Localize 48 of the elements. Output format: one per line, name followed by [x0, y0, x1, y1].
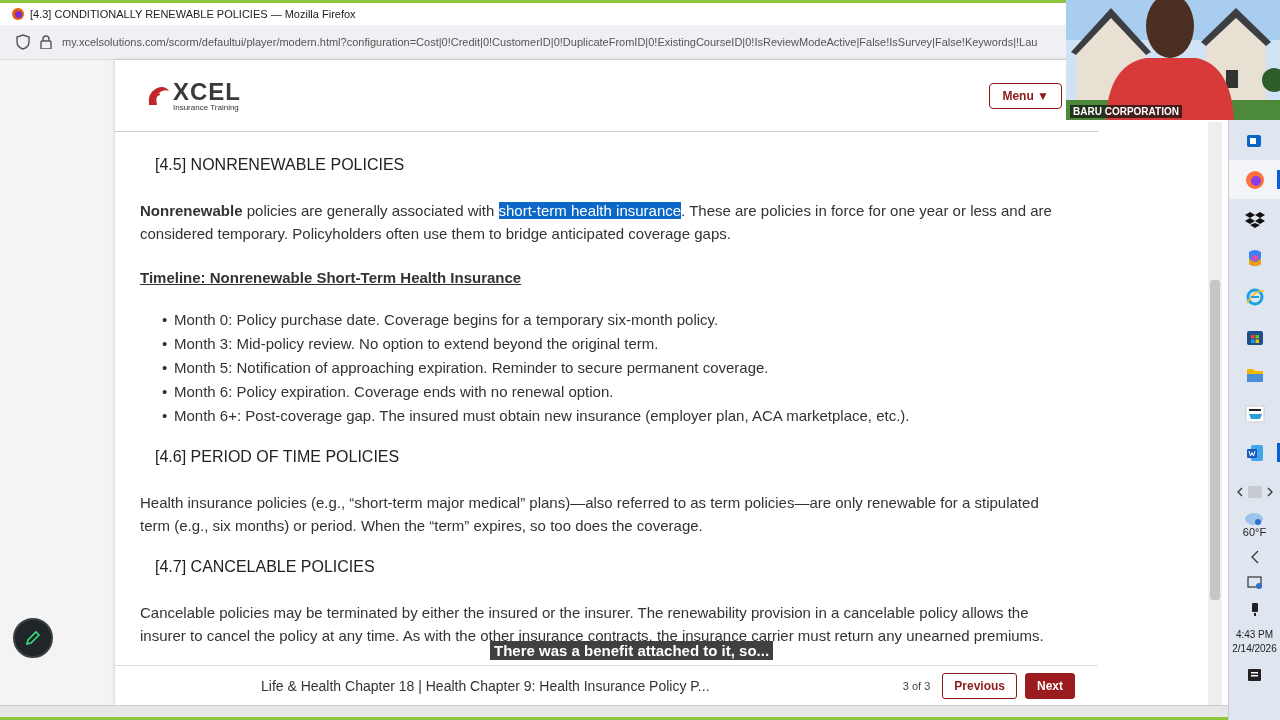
- chevron-left-icon[interactable]: [1249, 550, 1260, 564]
- cloud-icon: [1243, 510, 1266, 526]
- edit-button[interactable]: [13, 618, 53, 658]
- list-item: Month 3: Mid-policy review. No option to extend beyond the original term.: [174, 334, 659, 354]
- lock-icon: [40, 35, 52, 49]
- bullet: •: [162, 310, 169, 330]
- section-heading: [4.6] PERIOD OF TIME POLICIES: [155, 448, 401, 466]
- monitor-icon[interactable]: [1246, 576, 1263, 590]
- bullet: •: [162, 382, 169, 402]
- list-item: Month 6: Policy expiration. Coverage ends with no renewal option.: [174, 382, 614, 402]
- menu-button[interactable]: Menu ▼: [989, 82, 1062, 109]
- temperature: 60°F: [1242, 526, 1267, 538]
- list-item: Month 0: Policy purchase date. Coverage begins for a temporary six-month policy.: [174, 310, 719, 330]
- bullet: •: [162, 406, 169, 426]
- chevron-right-icon[interactable]: [1265, 487, 1274, 497]
- lesson-title: Life & Health Chapter 18 | Health Chapter 9: Health Insurance Policy P...: [261, 677, 711, 694]
- paragraph: Health insurance policies (e.g., “short-term major medical” plans)—also referred to as term policies—are only renewable for a stipulated term (e.g., six months) or period. When the “term” expires, so too does the coverage.: [140, 493, 1040, 536]
- word-icon: [1244, 442, 1265, 463]
- notification-icon[interactable]: [1246, 668, 1263, 684]
- section-heading: [4.7] CANCELABLE POLICIES: [155, 558, 376, 576]
- caption: There was a benefit attached to it, so...: [490, 641, 774, 660]
- previous-button[interactable]: Previous: [942, 672, 1017, 699]
- list-item: Month 5: Notification of approaching expiration. Reminder to secure permanent coverage.: [174, 358, 769, 378]
- timeline-heading: Timeline: Nonrenewable Short-Term Health Insurance: [140, 268, 523, 288]
- logo-wordmark: XCEL: [173, 79, 241, 104]
- pencil-icon: [24, 629, 42, 647]
- browser-e-icon: [1244, 286, 1265, 307]
- logo-subtitle: Insurance Training: [173, 103, 240, 112]
- phone-icon[interactable]: [1249, 602, 1260, 616]
- next-button[interactable]: Next: [1025, 672, 1075, 699]
- window-title: [4.3] CONDITIONALLY RENEWABLE POLICIES — Mozilla Firefox: [30, 8, 356, 20]
- firefox-icon: [12, 8, 24, 20]
- chevron-left-icon[interactable]: [1235, 487, 1244, 497]
- page-counter: 3 of 3: [902, 679, 931, 692]
- clock-time[interactable]: 4:43 PM: [1235, 628, 1274, 642]
- scrollbar[interactable]: [1208, 122, 1222, 705]
- clock-date[interactable]: 2/14/2026: [1232, 642, 1277, 656]
- firefox-icon: [1244, 169, 1265, 190]
- scroll-thumb[interactable]: [1247, 486, 1262, 498]
- bullet: •: [162, 334, 169, 354]
- cart-icon: [1244, 403, 1265, 424]
- list-item: Month 6+: Post-coverage gap. The insured must obtain new insurance (employer plan, ACA marketplace, etc.).: [174, 406, 910, 426]
- participant-name: BARU CORPORATION: [1070, 105, 1182, 118]
- shield-icon: [16, 34, 30, 50]
- bullet: •: [162, 358, 169, 378]
- paragraph: Nonrenewable policies are generally associated with short-term health insurance. These are policies in force for one year or less and are considered temporary. Policyholders often use them to bridge anticipated coverage gaps.: [140, 201, 1053, 244]
- weather-widget[interactable]: 60°F: [1242, 510, 1267, 538]
- section-heading: [4.5] NONRENEWABLE POLICIES: [155, 156, 406, 174]
